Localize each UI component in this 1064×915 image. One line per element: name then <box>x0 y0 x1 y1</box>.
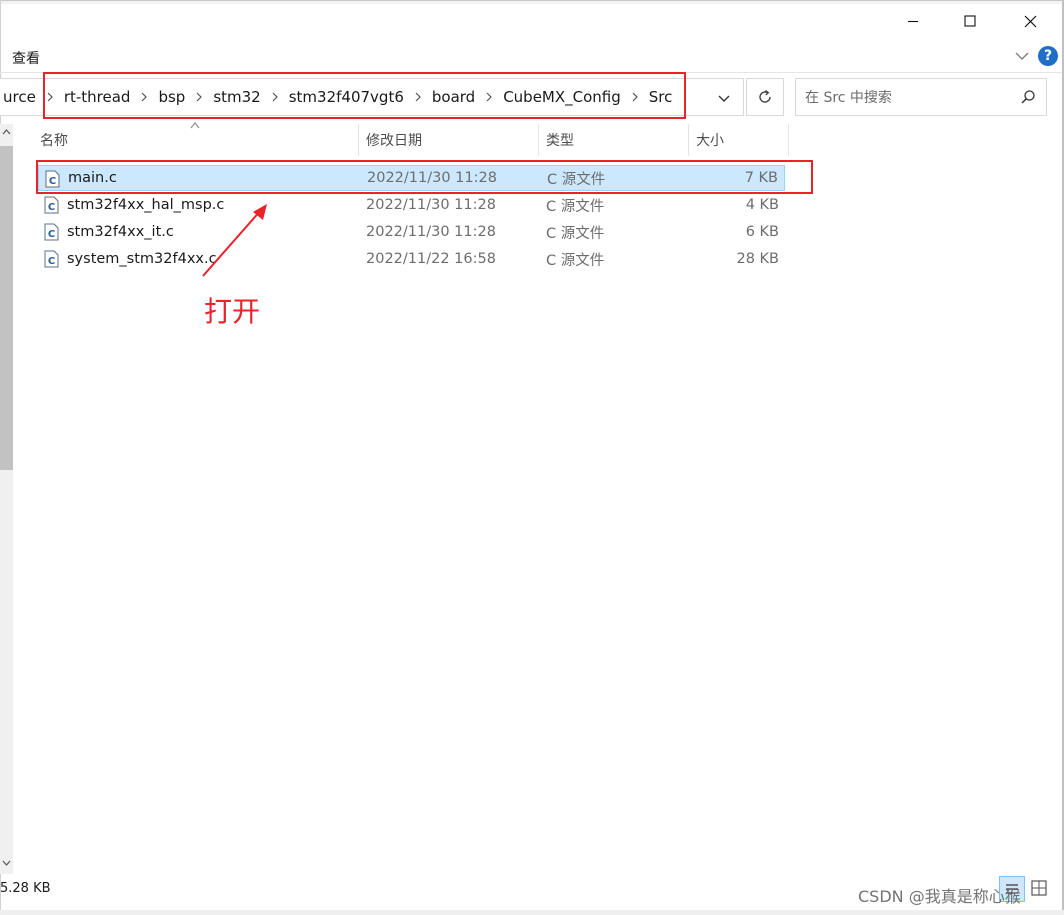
file-date: 2022/11/30 11:28 <box>366 224 496 240</box>
c-source-file-icon: C <box>44 223 59 241</box>
file-row-system-stm32f4xx-c[interactable]: C system_stm32f4xx.c 2022/11/22 16:58 C … <box>38 246 785 272</box>
chevron-down-icon <box>718 95 730 102</box>
column-header-date-label: 修改日期 <box>366 133 422 149</box>
watermark: CSDN @我真是称心猴 <box>858 887 1021 906</box>
tab-view[interactable]: 查看 <box>12 48 40 68</box>
column-header-type-label: 类型 <box>546 133 574 149</box>
window-bottom-edge <box>0 910 1064 915</box>
minimize-icon <box>908 20 918 23</box>
svg-text:C: C <box>48 256 55 267</box>
file-date: 2022/11/22 16:58 <box>366 251 496 267</box>
status-selection-size: 5.28 KB <box>0 881 51 896</box>
large-icons-view-icon <box>1031 880 1047 896</box>
column-header-size-label: 大小 <box>696 133 724 149</box>
c-source-file-icon: C <box>44 250 59 268</box>
svg-text:C: C <box>48 202 55 213</box>
file-type: C 源文件 <box>546 198 605 215</box>
window-border-top <box>0 0 1064 1</box>
file-size: 6 KB <box>745 224 779 240</box>
chevron-down-icon <box>1015 52 1029 60</box>
search-input[interactable] <box>796 79 1027 117</box>
scrollbar-thumb[interactable] <box>0 146 13 470</box>
svg-text:C: C <box>48 229 55 240</box>
search-icon[interactable] <box>1020 89 1036 105</box>
column-divider[interactable] <box>788 124 789 156</box>
search-box <box>795 78 1047 117</box>
column-header-size[interactable]: 大小 <box>696 124 788 156</box>
column-header-name-label: 名称 <box>40 133 68 149</box>
column-header-name[interactable]: 名称 <box>40 124 358 156</box>
file-size: 4 KB <box>745 197 779 213</box>
breadcrumb-item-source[interactable]: urce <box>0 88 39 106</box>
ribbon-collapse-button[interactable] <box>1013 47 1031 65</box>
file-row-stm32f4xx-hal-msp-c[interactable]: C stm32f4xx_hal_msp.c 2022/11/30 11:28 C… <box>38 192 785 218</box>
file-type: C 源文件 <box>546 252 605 269</box>
maximize-icon <box>964 15 976 27</box>
file-name: stm32f4xx_it.c <box>67 224 174 240</box>
close-icon <box>1024 15 1036 27</box>
help-icon[interactable]: ? <box>1038 46 1058 66</box>
file-type: C 源文件 <box>546 225 605 242</box>
c-source-file-icon: C <box>44 196 59 214</box>
large-icons-view-button[interactable] <box>1029 878 1049 898</box>
column-header-date[interactable]: 修改日期 <box>366 124 538 156</box>
refresh-icon <box>759 89 771 103</box>
annotation-arrow-icon <box>202 204 267 277</box>
annotation-label: 打开 <box>204 295 261 328</box>
address-history-button[interactable] <box>714 88 734 108</box>
selected-file-highlight-box <box>36 160 813 194</box>
close-button[interactable] <box>1007 4 1053 38</box>
column-header-type[interactable]: 类型 <box>546 124 688 156</box>
address-highlight-box <box>43 72 686 119</box>
column-divider[interactable] <box>358 124 359 156</box>
column-divider[interactable] <box>538 124 539 156</box>
scroll-down-icon[interactable] <box>1 857 12 869</box>
file-row-stm32f4xx-it-c[interactable]: C stm32f4xx_it.c 2022/11/30 11:28 C 源文件 … <box>38 219 785 245</box>
minimize-button[interactable] <box>890 4 936 38</box>
scroll-up-icon[interactable] <box>1 126 12 138</box>
file-size: 28 KB <box>736 251 779 267</box>
file-date: 2022/11/30 11:28 <box>366 197 496 213</box>
maximize-button[interactable] <box>947 4 993 38</box>
refresh-button[interactable] <box>746 78 784 116</box>
column-divider[interactable] <box>688 124 689 156</box>
